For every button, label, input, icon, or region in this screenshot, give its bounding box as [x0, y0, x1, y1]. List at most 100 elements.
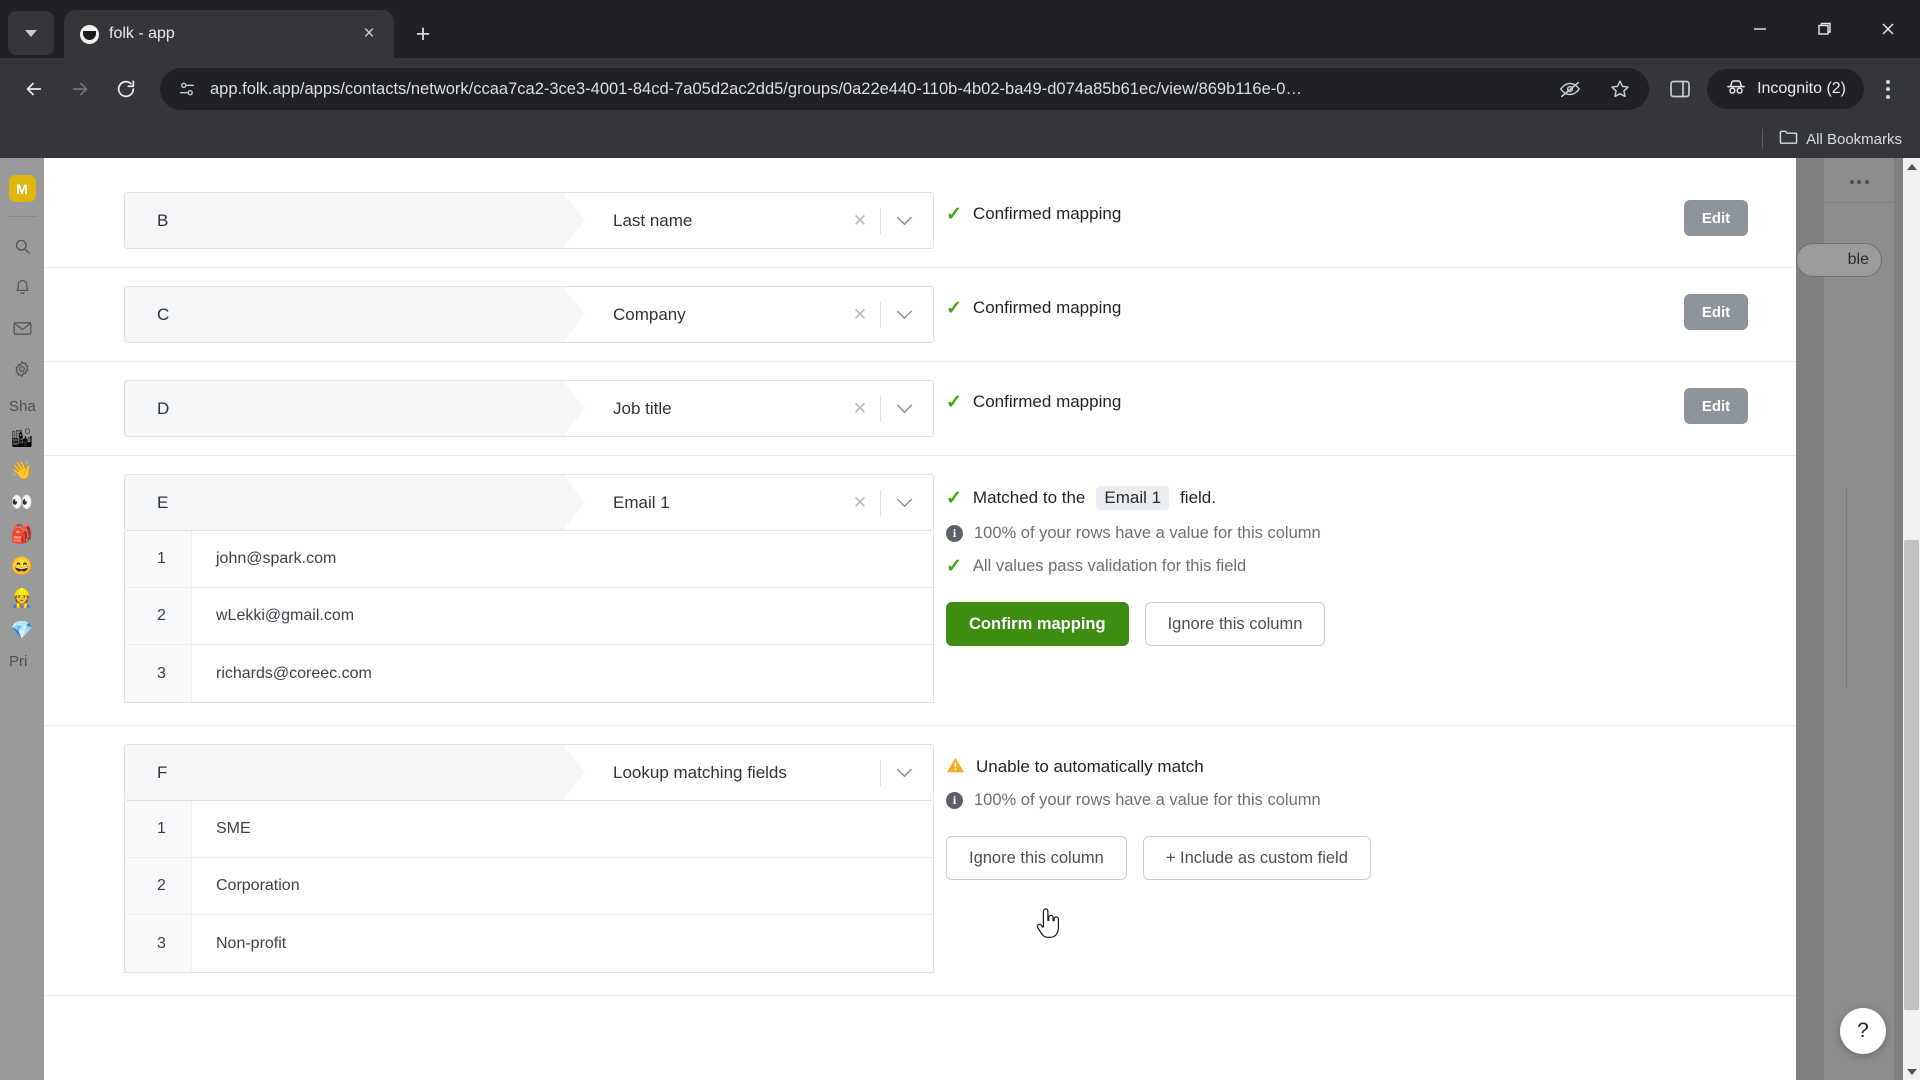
check-icon: ✓	[946, 391, 962, 413]
tab-search-button[interactable]	[8, 11, 54, 55]
scroll-down-icon[interactable]	[1903, 1063, 1920, 1080]
chevron-down-icon[interactable]	[881, 193, 927, 248]
view-toggle-button[interactable]: ble	[1796, 243, 1882, 277]
edit-action-wrap: Edit	[1636, 286, 1796, 330]
search-icon[interactable]	[7, 231, 37, 261]
new-tab-button[interactable]: +	[404, 15, 442, 53]
sidebar-footer-label: Pri	[9, 653, 28, 670]
scrollbar-thumb[interactable]	[1904, 540, 1919, 1010]
edit-button[interactable]: Edit	[1684, 388, 1748, 424]
eye-crossed-icon[interactable]	[1553, 72, 1587, 106]
mapping-actions: Ignore this column + Include as custom f…	[946, 836, 1796, 880]
address-bar[interactable]: app.folk.app/apps/contacts/network/ccaa7…	[160, 68, 1650, 110]
column-letter-label: C	[157, 304, 170, 324]
kebab-dot	[1886, 94, 1890, 99]
incognito-profile-button[interactable]: Incognito (2)	[1707, 69, 1864, 109]
side-panel-icon[interactable]	[1663, 72, 1697, 106]
chevron-down-icon[interactable]	[881, 381, 927, 436]
reload-button[interactable]	[106, 69, 146, 109]
clear-mapping-icon[interactable]: ✕	[840, 475, 880, 530]
bookmarks-divider	[1762, 129, 1764, 149]
column-mapping-box[interactable]: D Job title ✕	[124, 380, 934, 437]
coverage-status-line: i 100% of your rows have a value for thi…	[946, 524, 1796, 543]
dot	[1857, 180, 1861, 184]
include-custom-field-button[interactable]: + Include as custom field	[1142, 836, 1371, 880]
mapping-row-status: ✓ Matched to the Email 1 field. i 100% o…	[924, 474, 1796, 646]
sidebar-emoji-item[interactable]: 😄	[0, 557, 44, 575]
row-number: 3	[125, 915, 192, 972]
matched-suffix: field.	[1180, 488, 1216, 507]
mail-icon[interactable]	[7, 313, 37, 343]
row-value: john@spark.com	[216, 550, 337, 567]
column-preview-table: 1 john@spark.com 2 wLekki@gmail.com 3 ri…	[124, 531, 934, 703]
all-bookmarks-label: All Bookmarks	[1806, 130, 1902, 148]
column-mapping-box[interactable]: B Last name ✕	[124, 192, 934, 249]
validation-status-line: ✓ All values pass validation for this fi…	[946, 557, 1796, 576]
column-actions: ✕	[840, 475, 933, 530]
chrome-menu-button[interactable]	[1870, 79, 1906, 99]
mapping-row-unmatched: F Lookup matching fields 1 SME 2 Corpora…	[44, 726, 1796, 996]
back-button[interactable]	[14, 69, 54, 109]
target-field-label: Company	[565, 287, 840, 342]
folk-favicon-icon	[80, 24, 99, 44]
sidebar-emoji-item[interactable]: 🏙	[0, 429, 44, 447]
confirm-mapping-button[interactable]: Confirm mapping	[946, 602, 1129, 646]
sidebar-emoji-item[interactable]: 👋	[0, 461, 44, 479]
ignore-column-button[interactable]: Ignore this column	[946, 836, 1127, 880]
status-line: ✓ Confirmed mapping	[946, 204, 1636, 224]
sidebar-emoji-item[interactable]: 💎	[0, 621, 44, 639]
sidebar-emoji-item[interactable]: 🎒	[0, 525, 44, 543]
column-actions: ✕	[840, 381, 933, 436]
column-mapping-box[interactable]: F Lookup matching fields	[124, 744, 934, 801]
edit-button[interactable]: Edit	[1684, 200, 1748, 236]
all-bookmarks-button[interactable]: All Bookmarks	[1779, 129, 1902, 149]
edit-button[interactable]: Edit	[1684, 294, 1748, 330]
table-row: 2 Corporation	[125, 858, 933, 915]
column-actions: ✕	[840, 287, 933, 342]
column-mapping-box[interactable]: E Email 1 ✕	[124, 474, 934, 531]
more-options-icon[interactable]	[1824, 158, 1894, 184]
close-window-icon[interactable]	[1856, 0, 1920, 58]
clear-mapping-icon[interactable]: ✕	[840, 381, 880, 436]
clear-mapping-icon[interactable]: ✕	[840, 287, 880, 342]
forward-button[interactable]	[60, 69, 100, 109]
rail-divider	[1824, 202, 1894, 203]
tab-title: folk - app	[109, 25, 175, 42]
bookmark-star-icon[interactable]	[1603, 72, 1637, 106]
chevron-down-icon[interactable]	[881, 745, 927, 800]
ignore-column-button[interactable]: Ignore this column	[1144, 602, 1326, 646]
matched-field-chip: Email 1	[1096, 486, 1170, 510]
kebab-dot	[1886, 79, 1890, 84]
scroll-up-icon[interactable]	[1903, 158, 1920, 175]
chevron-down-icon[interactable]	[881, 475, 927, 530]
bell-icon[interactable]	[7, 272, 37, 302]
browser-tab[interactable]: folk - app ×	[64, 10, 394, 58]
rail-column-line	[1846, 488, 1847, 688]
warning-text: Unable to automatically match	[976, 756, 1204, 776]
page-scrollbar[interactable]	[1903, 158, 1920, 1080]
minimize-window-icon[interactable]	[1728, 0, 1792, 58]
help-button[interactable]: ?	[1840, 1008, 1886, 1054]
page-viewport: M Sha 🏙 👋 👀 🎒 😄 👷 💎 Pri ble B Last name …	[0, 158, 1920, 1080]
sidebar-emoji-item[interactable]: 👷	[0, 589, 44, 607]
validation-text: All values pass validation for this fiel…	[972, 557, 1247, 575]
matched-status-line: ✓ Matched to the Email 1 field.	[946, 486, 1796, 510]
sidebar-section-label: Sha	[9, 398, 36, 415]
info-icon: i	[946, 525, 963, 542]
dot	[1849, 180, 1854, 184]
row-number: 2	[125, 588, 192, 644]
clear-mapping-icon[interactable]: ✕	[840, 193, 880, 248]
column-actions: ✕	[840, 193, 933, 248]
sidebar-emoji-item[interactable]: 👀	[0, 493, 44, 511]
coverage-status-line: i 100% of your rows have a value for thi…	[946, 791, 1796, 810]
column-mapping-box[interactable]: C Company ✕	[124, 286, 934, 343]
chevron-down-icon[interactable]	[881, 287, 927, 342]
folk-logo[interactable]: M	[8, 175, 36, 202]
window-controls	[1728, 0, 1920, 58]
close-tab-icon[interactable]: ×	[356, 21, 382, 47]
page-info-icon[interactable]	[176, 78, 198, 100]
maximize-window-icon[interactable]	[1792, 0, 1856, 58]
row-value: Corporation	[216, 877, 300, 894]
gear-icon[interactable]	[7, 354, 37, 384]
chevron-down-icon	[25, 29, 37, 37]
